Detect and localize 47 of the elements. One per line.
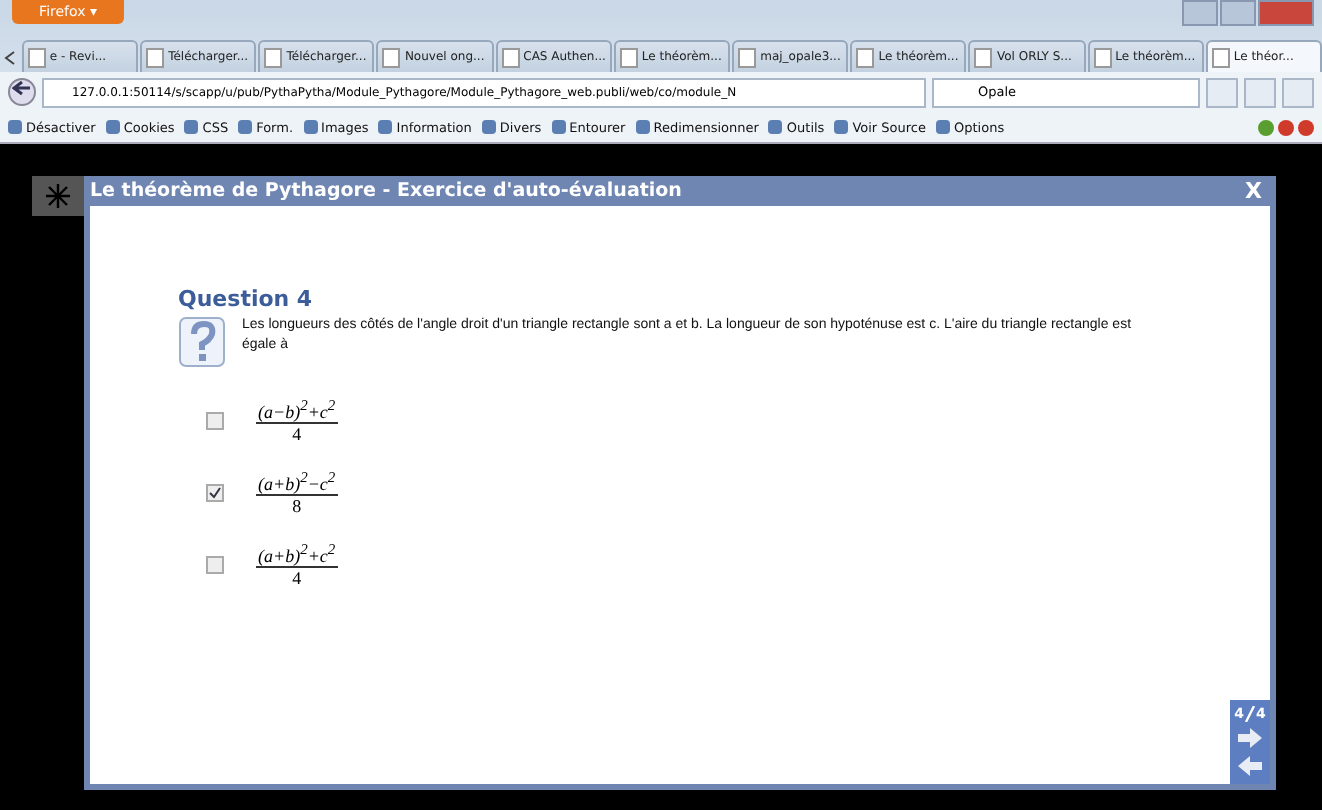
answer-checkbox[interactable] bbox=[206, 411, 224, 429]
tool-icon bbox=[303, 120, 318, 134]
previous-button[interactable] bbox=[1236, 754, 1264, 778]
tool-icon bbox=[8, 120, 22, 134]
answer-checkbox[interactable] bbox=[206, 483, 224, 501]
tool-icon bbox=[481, 120, 496, 134]
page-icon bbox=[1093, 47, 1112, 67]
toolbar-button[interactable] bbox=[1282, 77, 1314, 107]
close-button[interactable]: X bbox=[1237, 178, 1270, 204]
tool-icon bbox=[105, 120, 120, 134]
question-title: Question 4 bbox=[178, 286, 315, 312]
page-icon bbox=[501, 47, 520, 67]
tool-icon bbox=[936, 120, 950, 134]
formula-denominator: 8 bbox=[292, 496, 302, 516]
page-icon bbox=[382, 47, 401, 67]
asterisk-icon[interactable] bbox=[32, 176, 84, 216]
toolbar-button[interactable] bbox=[1244, 77, 1276, 107]
page-icon bbox=[856, 47, 875, 67]
home-button[interactable] bbox=[1206, 77, 1238, 107]
tool-icon bbox=[551, 120, 566, 134]
page-icon bbox=[27, 47, 46, 67]
formula-denominator: 4 bbox=[292, 424, 302, 444]
page-icon bbox=[974, 47, 993, 67]
dialog-title: Le théorème de Pythagore - Exercice d'auto-évaluation bbox=[90, 180, 682, 202]
formula-numerator: (a+b)$^{2}$+c$^{2}$ bbox=[256, 540, 338, 568]
maximize-button[interactable] bbox=[1220, 0, 1256, 26]
page-icon bbox=[1211, 47, 1230, 67]
tool-icon bbox=[834, 120, 849, 134]
tool-icon bbox=[238, 120, 253, 134]
page-icon bbox=[619, 47, 638, 67]
page-icon bbox=[738, 47, 757, 67]
tool-icon bbox=[184, 120, 199, 134]
formula-numerator: (a−b)$^{2}$+c$^{2}$ bbox=[256, 396, 338, 424]
minimize-button[interactable] bbox=[1182, 0, 1218, 26]
tool-icon bbox=[635, 120, 650, 134]
page-icon bbox=[264, 47, 283, 67]
formula-numerator: (a+b)$^{2}$−c$^{2}$ bbox=[256, 468, 338, 496]
tool-icon bbox=[768, 120, 783, 134]
close-window-button[interactable] bbox=[1258, 0, 1314, 26]
question-mark-icon bbox=[178, 316, 226, 368]
back-button[interactable] bbox=[8, 78, 36, 106]
tool-icon bbox=[378, 120, 393, 134]
slash-icon bbox=[1244, 706, 1256, 722]
formula-denominator: 4 bbox=[292, 568, 302, 588]
answer-checkbox[interactable] bbox=[206, 555, 224, 573]
next-button[interactable] bbox=[1236, 726, 1264, 750]
page-icon bbox=[146, 47, 165, 67]
